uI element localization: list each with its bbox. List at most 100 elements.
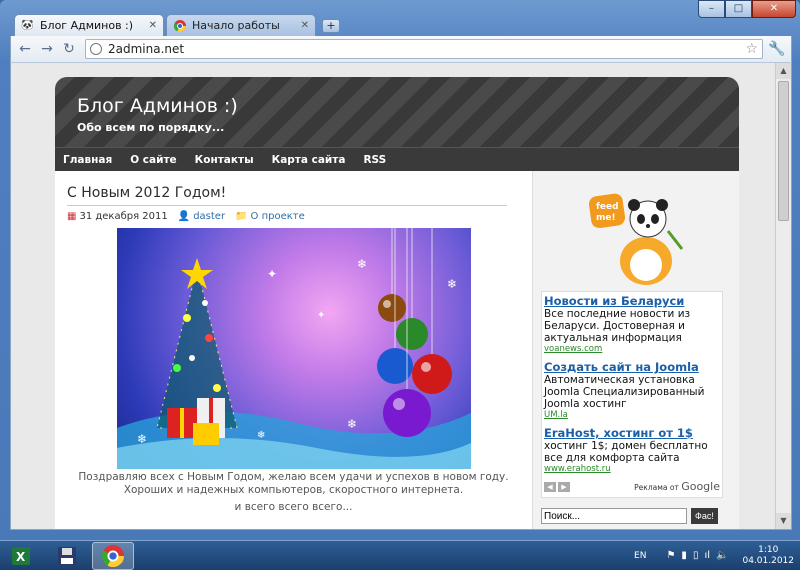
start-excel-icon[interactable]: X: [0, 542, 42, 570]
svg-text:✦: ✦: [267, 267, 277, 281]
ad-body: Автоматическая установка Joomla Специали…: [544, 374, 705, 410]
tab-blog[interactable]: 🐼 Блог Админов :) ✕: [14, 14, 164, 36]
blog-site: Блог Админов :) Обо всем по порядку... Г…: [55, 77, 739, 529]
panda-feed-icon: feed me!: [588, 193, 684, 285]
ad-prev-icon[interactable]: ◀: [544, 481, 556, 492]
scroll-down-icon[interactable]: ▼: [776, 513, 791, 529]
close-window-button[interactable]: ✕: [752, 0, 796, 18]
ad-body: Все последние новости из Беларуси. Досто…: [544, 308, 691, 344]
volume-icon[interactable]: 🔈: [716, 550, 728, 561]
calendar-icon: ▦: [67, 211, 77, 222]
sidebar: feed me! Новости из Беларуси Все последн…: [533, 171, 739, 529]
clock[interactable]: 1:10 04.01.2012: [742, 545, 794, 567]
clock-date: 04.01.2012: [742, 555, 794, 566]
ad-item[interactable]: Создать сайт на Joomla Автоматическая ус…: [544, 360, 720, 420]
minimize-button[interactable]: –: [698, 0, 725, 18]
post-category-link[interactable]: О проекте: [251, 211, 305, 222]
tab-start[interactable]: Начало работы ✕: [166, 14, 316, 36]
battery-icon[interactable]: ▯: [693, 550, 699, 561]
tab-label: Начало работы: [192, 19, 280, 32]
scroll-up-icon[interactable]: ▲: [776, 63, 791, 79]
menu-item-contacts[interactable]: Контакты: [195, 154, 254, 166]
ad-nav: ◀ ▶: [544, 481, 572, 492]
taskbar: X EN ⚑ ▮ ▯ ıl 🔈 1:10 04.01.2012: [0, 540, 800, 570]
svg-text:❄: ❄: [357, 257, 367, 271]
back-arrow-icon[interactable]: ←: [15, 39, 35, 59]
search-button[interactable]: Фас!: [691, 508, 718, 524]
menu-item-home[interactable]: Главная: [63, 154, 112, 166]
feed-label-line2: me!: [596, 213, 616, 223]
ad-url[interactable]: voanews.com: [544, 344, 720, 354]
chrome-taskbar-icon[interactable]: [92, 541, 134, 570]
tab-close-icon[interactable]: ✕: [301, 20, 309, 31]
forward-arrow-icon[interactable]: →: [37, 39, 57, 59]
window-controls: – □ ✕: [698, 0, 796, 18]
menu-item-sitemap[interactable]: Карта сайта: [272, 154, 346, 166]
post-date: 31 декабря 2011: [79, 211, 168, 222]
ad-credit-text: Реклама от: [634, 483, 679, 492]
post-meta: ▦ 31 декабря 2011 👤 daster 📁 О проекте: [67, 211, 520, 222]
system-tray: EN ⚑ ▮ ▯ ıl 🔈 1:10 04.01.2012: [634, 545, 800, 567]
page-viewport: Блог Админов :) Обо всем по порядку... Г…: [10, 62, 792, 530]
svg-text:❄: ❄: [137, 432, 147, 446]
browser-window: – □ ✕ 🐼 Блог Админов :) ✕ Начало работы …: [0, 0, 800, 540]
main-column: С Новым 2012 Годом! ▦ 31 декабря 2011 👤 …: [55, 171, 533, 529]
bookmark-star-icon[interactable]: ☆: [745, 41, 758, 57]
post-text: Поздравляю всех с Новым Годом, желаю все…: [78, 471, 509, 496]
search-form: Фас!: [541, 508, 731, 524]
content-area: С Новым 2012 Годом! ▦ 31 декабря 2011 👤 …: [55, 171, 739, 529]
ad-body: хостинг 1$; домен бесплатно все для комф…: [544, 440, 708, 464]
wrench-menu-icon[interactable]: 🔧: [767, 41, 787, 57]
tab-close-icon[interactable]: ✕: [149, 20, 157, 31]
svg-text:❄: ❄: [347, 417, 357, 431]
search-input[interactable]: [541, 508, 687, 524]
ad-url[interactable]: www.erahost.ru: [544, 464, 720, 474]
post-author-link[interactable]: daster: [193, 211, 225, 222]
site-header: Блог Админов :) Обо всем по порядку...: [55, 77, 739, 147]
rss-feed-panda[interactable]: feed me!: [586, 191, 686, 291]
folder-icon: 📁: [235, 211, 248, 222]
feed-label-line1: feed: [596, 202, 619, 212]
new-year-image: ✦ ✦ ❄ ❄ ❄ ❄ ❄: [116, 228, 471, 469]
ad-footer: ◀ ▶ Реклама от Google: [544, 480, 720, 493]
browser-toolbar: ← → ↻ 2admina.net ☆ 🔧: [10, 36, 792, 62]
ad-title[interactable]: Новости из Беларуси: [544, 294, 720, 308]
network-icon[interactable]: ▮: [681, 550, 687, 561]
google-logo: Google: [681, 480, 720, 493]
page-icon: [90, 43, 102, 55]
google-ads-block: Новости из Беларуси Все последние новост…: [541, 291, 723, 498]
ad-next-icon[interactable]: ▶: [558, 481, 570, 492]
site-menu: Главная О сайте Контакты Карта сайта RSS: [55, 147, 739, 171]
post-title[interactable]: С Новым 2012 Годом!: [67, 185, 507, 206]
language-indicator[interactable]: EN: [634, 551, 646, 561]
ad-title[interactable]: EraHost, хостинг от 1$: [544, 426, 720, 440]
ad-credit[interactable]: Реклама от Google: [634, 480, 720, 493]
ad-item[interactable]: Новости из Беларуси Все последние новост…: [544, 294, 720, 354]
menu-item-about[interactable]: О сайте: [130, 154, 176, 166]
signal-icon[interactable]: ıl: [704, 550, 710, 561]
site-title[interactable]: Блог Админов :): [77, 95, 717, 117]
new-tab-button[interactable]: +: [322, 19, 340, 33]
vertical-scrollbar[interactable]: ▲ ▼: [775, 63, 791, 529]
flag-icon[interactable]: ⚑: [666, 550, 675, 561]
clock-time: 1:10: [758, 544, 779, 555]
svg-text:✦: ✦: [317, 310, 325, 321]
ad-item[interactable]: EraHost, хостинг от 1$ хостинг 1$; домен…: [544, 426, 720, 474]
site-description: Обо всем по порядку...: [77, 121, 225, 134]
scroll-thumb[interactable]: [778, 81, 789, 221]
address-bar[interactable]: 2admina.net ☆: [85, 39, 763, 59]
svg-text:❄: ❄: [257, 430, 265, 441]
menu-item-rss[interactable]: RSS: [363, 154, 386, 166]
maximize-button[interactable]: □: [725, 0, 752, 18]
tab-label: Блог Админов :): [40, 19, 134, 32]
ad-title[interactable]: Создать сайт на Joomla: [544, 360, 720, 374]
svg-text:❄: ❄: [447, 277, 457, 291]
ad-url[interactable]: UM.la: [544, 410, 720, 420]
floppy-save-icon[interactable]: [46, 542, 88, 570]
svg-text:X: X: [16, 550, 26, 564]
reload-icon[interactable]: ↻: [59, 39, 79, 59]
tab-strip: 🐼 Блог Админов :) ✕ Начало работы ✕ +: [14, 14, 340, 36]
ornaments-icon: [376, 228, 452, 437]
url-text[interactable]: 2admina.net: [108, 42, 745, 56]
post-more: и всего всего всего...: [234, 501, 353, 513]
